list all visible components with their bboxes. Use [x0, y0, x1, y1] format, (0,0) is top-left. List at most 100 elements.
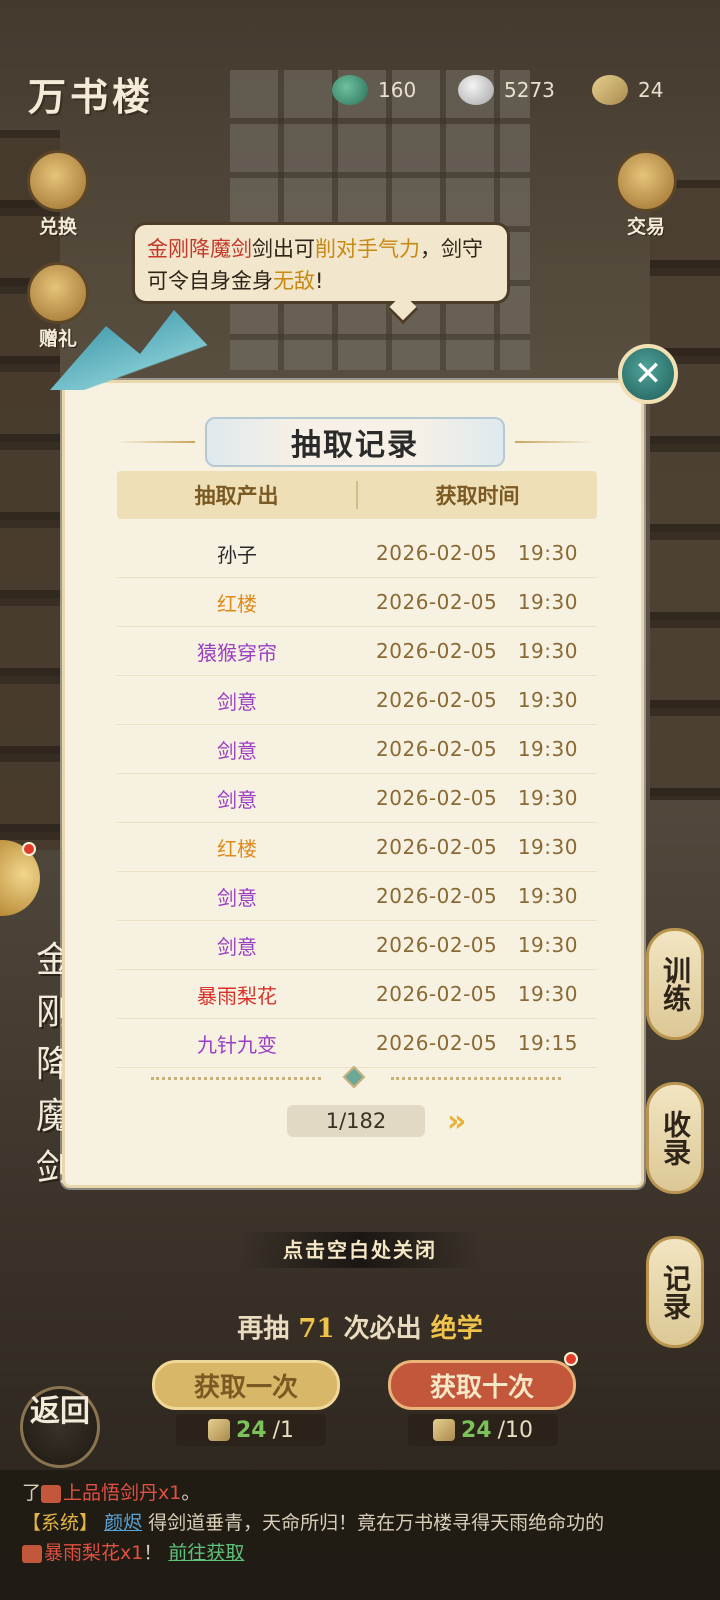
record-item-name: 红楼 [217, 591, 257, 616]
table-row: 剑意 2026-02-05 19:30 [117, 872, 597, 921]
title-deco-right [515, 441, 595, 443]
back-button[interactable]: 返回 [20, 1386, 100, 1468]
record-item-name: 剑意 [217, 934, 257, 959]
record-time: 2026-02-05 19:15 [376, 1031, 578, 1055]
record-item-name: 剑意 [217, 738, 257, 763]
ticker-text: 得剑道垂青，天命所归！竟在万书楼寻得天雨绝命功的 [148, 1512, 605, 1534]
system-message-ticker: 了上品悟剑丹x1。 【系统】 颜烬 得剑道垂青，天命所归！竟在万书楼寻得天雨绝命… [0, 1470, 720, 1600]
pity-tail: 绝学 [430, 1314, 483, 1344]
table-row: 红楼 2026-02-05 19:30 [117, 823, 597, 872]
cost-ten: 24/10 [408, 1414, 558, 1446]
draw-record-modal: 抽取记录 抽取产出 获取时间 孙子 2026-02-05 19:30 红楼 2026-… [62, 380, 644, 1188]
ticker-system-tag: 【系统】 [22, 1512, 99, 1534]
record-time: 2026-02-05 19:30 [376, 835, 578, 859]
table-row: 剑意 2026-02-05 19:30 [117, 676, 597, 725]
table-row: 红楼 2026-02-05 19:30 [117, 578, 597, 627]
cost-once-have: 24 [235, 1417, 267, 1443]
draw-ten-button[interactable]: 获取十次 [388, 1360, 576, 1410]
record-time: 2026-02-05 19:30 [376, 639, 578, 663]
bubble-skill-name: 金刚降魔剑 [147, 237, 252, 261]
cost-ten-have: 24 [460, 1417, 492, 1443]
record-table-body: 孙子 2026-02-05 19:30 红楼 2026-02-05 19:30 猿猴穿帘… [117, 529, 597, 1068]
go-obtain-link[interactable]: 前往获取 [168, 1542, 244, 1564]
bubble-highlight-1: 削对手气力 [315, 237, 420, 261]
record-time: 2026-02-05 19:30 [376, 737, 578, 761]
record-item-name: 剑意 [217, 787, 257, 812]
record-time: 2026-02-05 19:30 [376, 982, 578, 1006]
bubble-text-1: 剑出可 [252, 237, 315, 261]
npc-speech-bubble: 金刚降魔剑剑出可削对手气力，剑守可令自身金身无敌! [132, 222, 510, 304]
record-item-name: 孙子 [217, 542, 257, 567]
tab-train[interactable]: 训练 [646, 928, 704, 1040]
column-header-item: 抽取产出 [194, 484, 279, 508]
cost-once: 24/1 [176, 1414, 326, 1446]
close-hint: 点击空白处关闭 [240, 1232, 480, 1268]
bubble-text-3: ! [315, 269, 324, 293]
table-row: 猿猴穿帘 2026-02-05 19:30 [117, 627, 597, 676]
table-row: 剑意 2026-02-05 19:30 [117, 725, 597, 774]
ticker-text: ！ [143, 1542, 163, 1564]
bubble-highlight-2: 无敌 [273, 269, 315, 293]
gift-book-icon [27, 262, 89, 324]
record-item-name: 剑意 [217, 885, 257, 910]
record-time: 2026-02-05 19:30 [376, 884, 578, 908]
record-time: 2026-02-05 19:30 [376, 590, 578, 614]
tab-collect[interactable]: 收录 [646, 1082, 704, 1194]
ticker-text: 了 [22, 1482, 42, 1504]
ticker-item: 暴雨梨花x1 [44, 1542, 144, 1564]
record-time: 2026-02-05 19:30 [376, 933, 578, 957]
record-time: 2026-02-05 19:30 [376, 688, 578, 712]
scroll-ticket-icon [207, 1419, 230, 1441]
close-modal-button[interactable]: ✕ [618, 344, 678, 404]
title-deco-left [115, 441, 195, 443]
draw-ten-notification-dot [564, 1352, 578, 1366]
page-title: 万书楼 [28, 74, 155, 119]
modal-title-banner: 抽取记录 [205, 417, 505, 467]
pill-box-icon [41, 1484, 62, 1503]
trade-label: 交易 [626, 216, 665, 238]
table-row: 剑意 2026-02-05 19:30 [117, 921, 597, 970]
resource-jade: 160 [332, 72, 416, 108]
diamond-ornament [342, 1065, 366, 1089]
table-row: 孙子 2026-02-05 19:30 [117, 529, 597, 578]
record-item-name: 猿猴穿帘 [197, 640, 277, 665]
resource-scroll: 24 [592, 72, 663, 108]
jade-dragon-icon [332, 75, 368, 105]
scroll-ticket-icon [432, 1419, 455, 1441]
record-item-name: 九针九变 [197, 1032, 277, 1057]
dotted-divider-left [151, 1077, 321, 1080]
modal-title: 抽取记录 [291, 428, 419, 463]
ticker-user-link[interactable]: 颜烬 [104, 1512, 142, 1534]
record-table-header: 抽取产出 获取时间 [117, 471, 597, 519]
pity-pre: 再抽 [237, 1314, 290, 1344]
trade-button[interactable]: 交易 [610, 150, 682, 239]
draw-once-button[interactable]: 获取一次 [152, 1360, 340, 1410]
scroll-ticket-icon [592, 75, 628, 105]
tab-record[interactable]: 记录 [646, 1236, 704, 1348]
table-row: 九针九变 2026-02-05 19:15 [117, 1019, 597, 1068]
page-indicator: 1/182 [287, 1105, 425, 1137]
ticker-line-1: 了上品悟剑丹x1。 [22, 1478, 200, 1505]
column-header-time: 获取时间 [435, 484, 520, 508]
pity-number: 71 [298, 1314, 335, 1344]
pill-box-icon [22, 1544, 42, 1563]
record-item-name: 暴雨梨花 [197, 983, 277, 1008]
cost-once-need: /1 [272, 1417, 295, 1443]
abacus-icon [615, 150, 677, 212]
resource-silver-value: 5273 [504, 78, 555, 102]
resource-silver: 5273 [458, 72, 555, 108]
table-row: 暴雨梨花 2026-02-05 19:30 [117, 970, 597, 1019]
next-page-icon[interactable]: » [447, 1103, 487, 1139]
resource-jade-value: 160 [378, 78, 417, 102]
ticker-line-2: 【系统】 颜烬 得剑道垂青，天命所归！竟在万书楼寻得天雨绝命功的 [22, 1508, 604, 1535]
pity-counter: 再抽 71 次必出 绝学 [180, 1308, 540, 1345]
record-time: 2026-02-05 19:30 [376, 786, 578, 810]
resource-scroll-value: 24 [638, 78, 664, 102]
silver-ingot-icon [458, 75, 494, 105]
top-bar: 万书楼 160 5273 24 [0, 58, 720, 128]
chat-notification-dot [22, 842, 36, 856]
gift-button[interactable]: 赠礼 [22, 262, 94, 351]
exchange-button[interactable]: 兑换 [22, 150, 94, 239]
tab-train-label: 训练 [659, 956, 692, 1012]
cost-ten-need: /10 [497, 1417, 534, 1443]
